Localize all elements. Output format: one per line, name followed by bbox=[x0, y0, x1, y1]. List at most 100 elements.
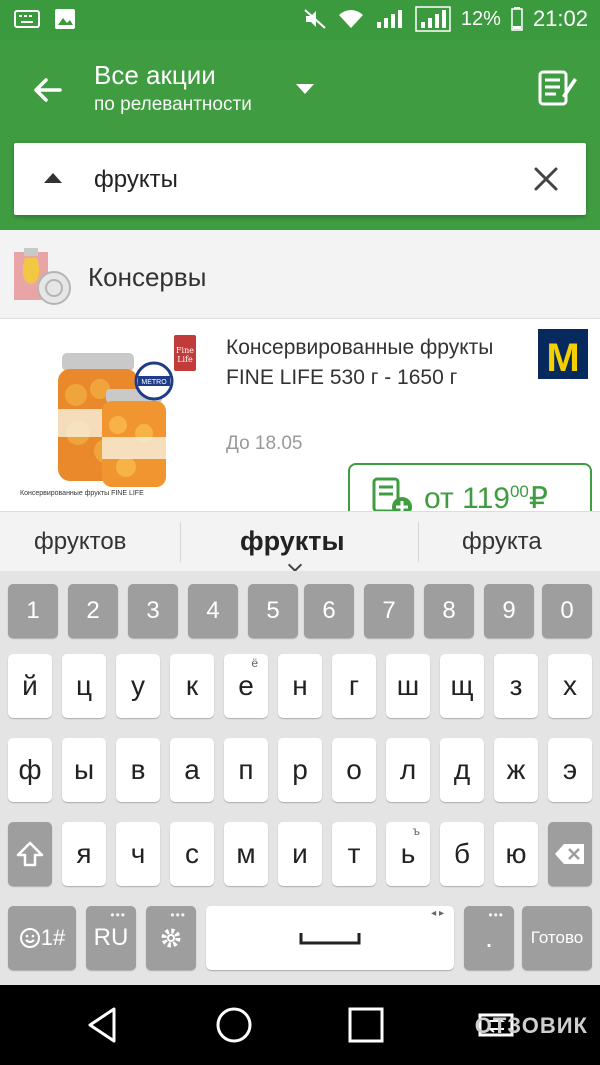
suggestion-2[interactable]: фрукты bbox=[240, 526, 345, 557]
key-л[interactable]: л bbox=[386, 738, 430, 802]
key-7[interactable]: 7 bbox=[364, 584, 414, 638]
category-header[interactable]: Консервы bbox=[0, 230, 600, 319]
key-6[interactable]: 6 bbox=[304, 584, 354, 638]
key-м[interactable]: м bbox=[224, 822, 268, 886]
key-0[interactable]: 0 bbox=[542, 584, 592, 638]
key-ы[interactable]: ы bbox=[62, 738, 106, 802]
key-а[interactable]: а bbox=[170, 738, 214, 802]
key-ж[interactable]: ж bbox=[494, 738, 538, 802]
key-у[interactable]: у bbox=[116, 654, 160, 718]
key-н[interactable]: н bbox=[278, 654, 322, 718]
store-logo[interactable]: M bbox=[538, 329, 588, 380]
done-key[interactable]: Готово bbox=[522, 906, 592, 970]
key-д[interactable]: д bbox=[440, 738, 484, 802]
key-р[interactable]: р bbox=[278, 738, 322, 802]
list-edit-icon[interactable] bbox=[536, 66, 578, 108]
key-е[interactable]: её bbox=[224, 654, 268, 718]
key-1[interactable]: 1 bbox=[8, 584, 58, 638]
product-image-caption: Консервированные фрукты FINE LIFE bbox=[20, 490, 144, 497]
key-с[interactable]: с bbox=[170, 822, 214, 886]
battery-percent: 12% bbox=[460, 7, 501, 30]
period-key[interactable]: •••. bbox=[464, 906, 514, 970]
key-о[interactable]: о bbox=[332, 738, 376, 802]
sort-dropdown-icon[interactable] bbox=[296, 84, 314, 94]
mute-icon bbox=[304, 9, 326, 29]
image-icon bbox=[55, 9, 75, 29]
shift-key[interactable] bbox=[8, 822, 52, 886]
store-logo-letter: M bbox=[546, 336, 579, 379]
key-9[interactable]: 9 bbox=[484, 584, 534, 638]
key-э[interactable]: э bbox=[548, 738, 592, 802]
svg-text:METRO: METRO bbox=[141, 379, 167, 386]
key-з[interactable]: з bbox=[494, 654, 538, 718]
gear-icon bbox=[161, 928, 181, 948]
back-arrow-icon[interactable] bbox=[28, 70, 68, 110]
svg-text:Life: Life bbox=[177, 355, 193, 364]
backspace-key[interactable] bbox=[548, 822, 592, 886]
status-bar: 12% 21:02 bbox=[0, 0, 600, 40]
key-4[interactable]: 4 bbox=[188, 584, 238, 638]
recents-nav-icon[interactable] bbox=[344, 1003, 388, 1047]
navigation-bar: ОТЗОВИК bbox=[0, 985, 600, 1065]
watermark: ОТЗОВИК bbox=[474, 1013, 588, 1038]
product-date: До 18.05 bbox=[226, 433, 303, 454]
canned-food-icon bbox=[14, 248, 71, 305]
suggestion-bar: фруктов фрукты фрукта bbox=[0, 511, 600, 573]
key-5[interactable]: 5 bbox=[248, 584, 298, 638]
shift-icon bbox=[16, 841, 44, 867]
key-ь[interactable]: ьъ bbox=[386, 822, 430, 886]
key-8[interactable]: 8 bbox=[424, 584, 474, 638]
home-nav-icon[interactable] bbox=[212, 1003, 256, 1047]
key-к[interactable]: к bbox=[170, 654, 214, 718]
key-б[interactable]: б bbox=[440, 822, 484, 886]
key-п[interactable]: п bbox=[224, 738, 268, 802]
search-box bbox=[14, 143, 586, 215]
key-в[interactable]: в bbox=[116, 738, 160, 802]
svg-text:Fine: Fine bbox=[176, 346, 194, 355]
sort-label[interactable]: по релевантности bbox=[94, 94, 252, 116]
dots-icon: ••• bbox=[488, 908, 504, 922]
key-ч[interactable]: ч bbox=[116, 822, 160, 886]
search-input[interactable] bbox=[92, 161, 516, 199]
key-hint-ё: ё bbox=[251, 656, 258, 670]
product-image: Fine Life METRO Консервированные фрукты … bbox=[20, 335, 196, 497]
settings-key[interactable]: ••• bbox=[146, 906, 196, 970]
language-key[interactable]: ••• RU bbox=[86, 906, 136, 970]
collapse-icon[interactable] bbox=[44, 173, 62, 183]
key-т[interactable]: т bbox=[332, 822, 376, 886]
page-title: Все акции bbox=[94, 60, 216, 90]
clear-icon[interactable] bbox=[532, 165, 560, 193]
clock: 21:02 bbox=[532, 6, 588, 31]
symbols-key[interactable]: 1# bbox=[8, 906, 76, 970]
dots-icon: ••• bbox=[110, 908, 126, 922]
suggestion-3[interactable]: фрукта bbox=[462, 528, 542, 556]
battery-icon bbox=[511, 7, 523, 31]
key-и[interactable]: и bbox=[278, 822, 322, 886]
keyboard-icon bbox=[14, 10, 40, 28]
key-ц[interactable]: ц bbox=[62, 654, 106, 718]
signal-icon bbox=[376, 10, 402, 28]
emoji-icon bbox=[19, 928, 40, 948]
product-card[interactable]: Fine Life METRO Консервированные фрукты … bbox=[0, 319, 600, 527]
key-й[interactable]: й bbox=[8, 654, 52, 718]
dots-icon: ••• bbox=[170, 908, 186, 922]
key-х[interactable]: х bbox=[548, 654, 592, 718]
suggestion-1[interactable]: фруктов bbox=[34, 528, 126, 556]
back-nav-icon[interactable] bbox=[80, 1003, 124, 1047]
wifi-icon bbox=[338, 10, 363, 28]
signal-2-icon bbox=[415, 6, 451, 32]
keyboard: 1 2 3 4 5 6 7 8 9 0 й ц у к её н г ш щ з… bbox=[0, 571, 600, 985]
key-г[interactable]: г bbox=[332, 654, 376, 718]
key-ф[interactable]: ф bbox=[8, 738, 52, 802]
chevron-down-icon[interactable] bbox=[287, 557, 303, 573]
key-ш[interactable]: ш bbox=[386, 654, 430, 718]
product-title: Консервированные фрукты FINE LIFE 530 г … bbox=[226, 336, 494, 389]
key-я[interactable]: я bbox=[62, 822, 106, 886]
space-key[interactable]: ◂ ▸ bbox=[206, 906, 454, 970]
space-icon bbox=[299, 933, 361, 945]
key-щ[interactable]: щ bbox=[440, 654, 484, 718]
category-name: Консервы bbox=[88, 262, 207, 292]
key-2[interactable]: 2 bbox=[68, 584, 118, 638]
key-ю[interactable]: ю bbox=[494, 822, 538, 886]
key-3[interactable]: 3 bbox=[128, 584, 178, 638]
